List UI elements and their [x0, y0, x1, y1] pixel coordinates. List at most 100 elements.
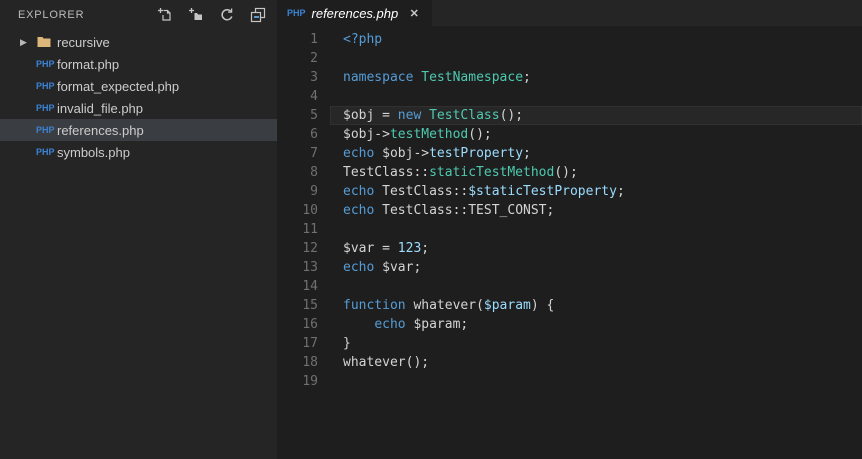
collapse-all-button[interactable] — [247, 4, 269, 26]
vscode-window: EXPLORER ▶ recursive PHP format.php PHP … — [0, 0, 862, 459]
explorer-title: EXPLORER — [18, 9, 85, 21]
tree-item-file[interactable]: PHP symbols.php — [0, 141, 277, 163]
tree-item-file[interactable]: PHP references.php — [0, 119, 277, 141]
file-name: references.php — [57, 122, 144, 138]
code-line[interactable]: 3 namespace TestNamespace; — [277, 68, 862, 87]
code-content — [330, 372, 862, 391]
code-token: (); — [468, 127, 492, 142]
new-folder-button[interactable] — [185, 4, 207, 26]
line-number: 15 — [302, 298, 318, 313]
gutter-space — [318, 201, 330, 220]
line-number: 12 — [302, 241, 318, 256]
code-token: } — [343, 336, 351, 351]
line-number: 18 — [302, 355, 318, 370]
line-number: 11 — [302, 222, 318, 237]
code-token: function — [343, 298, 406, 313]
code-line[interactable]: 14 — [277, 277, 862, 296]
code-token: (); — [554, 165, 578, 180]
gutter-space — [318, 258, 330, 277]
code-line[interactable]: 11 — [277, 220, 862, 239]
code-line[interactable]: 18 whatever(); — [277, 353, 862, 372]
tree-item-file[interactable]: PHP format.php — [0, 53, 277, 75]
code-line[interactable]: 4 — [277, 87, 862, 106]
code-token: echo — [343, 184, 375, 199]
code-token: echo — [343, 203, 375, 218]
code-content: function whatever($param) { — [330, 296, 862, 315]
chevron-right-icon: ▶ — [20, 36, 27, 47]
code-token: <?php — [343, 32, 383, 47]
code-content: $obj->testMethod(); — [330, 125, 862, 144]
gutter-space — [318, 353, 330, 372]
code-line[interactable]: 1 <?php — [277, 30, 862, 49]
new-file-button[interactable] — [154, 4, 176, 26]
code-token: (); — [499, 108, 524, 123]
code-line[interactable]: 9 echo TestClass::$staticTestProperty; — [277, 182, 862, 201]
tree-item-file[interactable]: PHP format_expected.php — [0, 75, 277, 97]
code-content — [330, 277, 862, 296]
tree-item-folder[interactable]: ▶ recursive — [0, 31, 277, 53]
tree-item-file[interactable]: PHP invalid_file.php — [0, 97, 277, 119]
line-number: 7 — [310, 146, 318, 161]
line-number: 5 — [310, 108, 318, 123]
php-file-icon: PHP — [36, 125, 55, 135]
gutter-space — [318, 372, 330, 391]
file-name: symbols.php — [57, 144, 130, 160]
tab-references-php[interactable]: PHP references.php ✕ — [277, 0, 433, 26]
code-token: $staticTestProperty — [468, 184, 617, 199]
line-number: 3 — [310, 70, 318, 85]
code-content: echo $obj->testProperty; — [330, 144, 862, 163]
file-name: format_expected.php — [57, 78, 180, 94]
code-line[interactable]: 6 $obj->testMethod(); — [277, 125, 862, 144]
code-content: echo $var; — [330, 258, 862, 277]
code-line[interactable]: 5 $obj = new TestClass(); — [277, 106, 862, 125]
gutter-space — [318, 277, 330, 296]
gutter-space — [318, 144, 330, 163]
code-token: testProperty — [429, 146, 524, 161]
code-line[interactable]: 17 } — [277, 334, 862, 353]
file-name: invalid_file.php — [57, 100, 144, 116]
code-token: 123 — [397, 241, 422, 256]
code-line[interactable]: 2 — [277, 49, 862, 68]
gutter-space — [318, 30, 330, 49]
code-content — [330, 220, 862, 239]
line-number: 9 — [310, 184, 318, 199]
code-content: TestClass::staticTestMethod(); — [330, 163, 862, 182]
code-content: echo $param; — [330, 315, 862, 334]
tab-close-icon[interactable]: ✕ — [406, 5, 422, 21]
code-token: TestClass::TEST_CONST; — [374, 203, 555, 218]
code-content: namespace TestNamespace; — [330, 68, 862, 87]
code-token: ; — [523, 70, 531, 85]
code-token: $obj-> — [343, 127, 390, 142]
code-line[interactable]: 8 TestClass::staticTestMethod(); — [277, 163, 862, 182]
code-token: $obj-> — [374, 146, 430, 161]
code-editor[interactable]: 1 <?php 2 3 namespace TestNamespace; 4 5… — [277, 26, 862, 459]
gutter-space — [318, 49, 330, 68]
code-content: } — [330, 334, 862, 353]
code-line[interactable]: 10 echo TestClass::TEST_CONST; — [277, 201, 862, 220]
code-token: $obj = — [343, 108, 398, 123]
code-token: namespace — [343, 70, 414, 85]
code-token: ; — [523, 146, 531, 161]
code-line[interactable]: 19 — [277, 372, 862, 391]
new-file-icon — [158, 8, 171, 21]
code-line[interactable]: 16 echo $param; — [277, 315, 862, 334]
code-token: ; — [421, 241, 430, 256]
folder-icon — [36, 34, 57, 50]
php-file-icon: PHP — [36, 103, 55, 113]
code-line[interactable]: 12 $var = 123; — [277, 239, 862, 258]
code-content: <?php — [330, 30, 862, 49]
gutter-space — [318, 315, 330, 334]
editor-group: PHP references.php ✕ 1 <?php 2 3 namespa… — [277, 0, 862, 459]
code-token: new — [397, 108, 422, 123]
gutter-space — [318, 125, 330, 144]
code-line[interactable]: 7 echo $obj->testProperty; — [277, 144, 862, 163]
php-file-icon: PHP — [36, 147, 55, 157]
explorer-header: EXPLORER — [0, 0, 277, 30]
code-content — [330, 49, 862, 68]
refresh-button[interactable] — [216, 4, 238, 26]
code-content — [330, 87, 862, 106]
code-line[interactable]: 15 function whatever($param) { — [277, 296, 862, 315]
gutter-space — [318, 106, 330, 125]
code-line[interactable]: 13 echo $var; — [277, 258, 862, 277]
